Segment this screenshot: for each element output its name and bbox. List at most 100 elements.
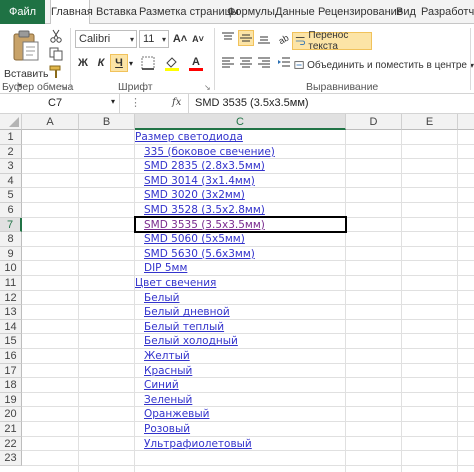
clipboard-paste-icon <box>13 30 39 61</box>
tab-insert[interactable]: Вставка <box>96 0 137 24</box>
tab-developer[interactable]: Разработчик <box>421 0 474 24</box>
merge-center-button[interactable]: Объединить и поместить в центре ▾ <box>292 56 474 74</box>
align-middle-icon[interactable] <box>238 30 254 46</box>
cell-link[interactable]: 335 (боковое свечение) <box>144 146 275 159</box>
paste-button[interactable] <box>8 28 44 64</box>
row-header[interactable]: 12 <box>0 290 22 306</box>
bold-button[interactable]: Ж <box>75 54 91 72</box>
column-header-b[interactable]: B <box>79 114 135 130</box>
column-header-d[interactable]: D <box>346 114 402 130</box>
cell-link[interactable]: Размер светодиода <box>135 131 243 144</box>
row-header[interactable]: 18 <box>0 378 22 393</box>
row-header[interactable]: 1 <box>0 130 22 145</box>
tab-file[interactable]: Файл <box>0 0 45 24</box>
name-box[interactable]: C7 ▾ <box>0 94 120 113</box>
cell-link[interactable]: Белый <box>144 292 180 305</box>
row-header[interactable]: 22 <box>0 436 22 452</box>
row-header[interactable]: 7 <box>0 217 22 233</box>
chevron-down-icon[interactable]: ▾ <box>129 59 133 68</box>
cell-link[interactable]: SMD 5060 (5x5мм) <box>144 233 245 246</box>
row-header[interactable]: 9 <box>0 246 22 262</box>
tab-home[interactable]: Главная <box>50 0 93 25</box>
cell-link[interactable]: Ультрафиолетовый <box>144 438 252 451</box>
row-header[interactable]: 14 <box>0 319 22 335</box>
column-header-c[interactable]: C <box>135 114 346 130</box>
cell-link[interactable]: SMD 2835 (2.8x3.5мм) <box>144 160 265 173</box>
tab-formulas[interactable]: Формулы <box>227 0 275 24</box>
align-right-icon[interactable] <box>256 54 272 70</box>
tab-page-layout[interactable]: Разметка страницы <box>139 0 239 24</box>
italic-button[interactable]: К <box>93 54 109 72</box>
shrink-font-button[interactable]: A˅ <box>190 30 206 48</box>
formula-input[interactable]: SMD 3535 (3.5x3.5мм) <box>188 94 474 113</box>
row-header[interactable]: 23 <box>0 451 22 466</box>
group-label-alignment: Выравнивание <box>306 81 379 93</box>
row-header[interactable]: 19 <box>0 392 22 408</box>
tab-data[interactable]: Данные <box>275 0 315 24</box>
row-header[interactable]: 6 <box>0 203 22 218</box>
column-header-f[interactable] <box>458 114 474 130</box>
fill-color-icon[interactable] <box>162 54 182 72</box>
cell-link[interactable]: Оранжевый <box>144 408 209 421</box>
align-top-icon[interactable] <box>220 30 236 46</box>
row-header[interactable]: 11 <box>0 276 22 291</box>
tab-review[interactable]: Рецензирование <box>318 0 403 24</box>
formula-bar: C7 ▾ ⋮ fx SMD 3535 (3.5x3.5мм) <box>0 94 474 114</box>
select-all-corner[interactable] <box>0 114 22 130</box>
row-header[interactable]: 5 <box>0 188 22 203</box>
row-header[interactable]: 4 <box>0 173 22 189</box>
column-header-a[interactable]: A <box>22 114 79 130</box>
align-center-icon[interactable] <box>238 54 254 70</box>
format-painter-icon[interactable] <box>48 64 64 80</box>
row-header[interactable]: 17 <box>0 363 22 379</box>
underline-button[interactable]: Ч <box>110 54 128 72</box>
cell-link[interactable]: Белый теплый <box>144 321 224 334</box>
column-header-e[interactable]: E <box>402 114 458 130</box>
text-orientation-icon[interactable]: ab <box>276 30 292 46</box>
row-header[interactable]: 15 <box>0 334 22 349</box>
font-name-select[interactable]: Calibri ▾ <box>75 30 137 48</box>
gridline <box>22 158 474 160</box>
cell-link[interactable]: Синий <box>144 379 179 392</box>
align-bottom-icon[interactable] <box>256 30 272 46</box>
cell-link[interactable]: Зеленый <box>144 394 192 407</box>
align-left-icon[interactable] <box>220 54 236 70</box>
gridline <box>22 304 474 306</box>
cell-link[interactable]: SMD 3020 (3x2мм) <box>144 189 245 202</box>
cell-link[interactable]: Красный <box>144 365 192 378</box>
wrap-text-icon <box>295 37 305 45</box>
cell-link[interactable]: Белый дневной <box>144 306 230 319</box>
grow-font-button[interactable]: A˄ <box>172 30 188 48</box>
gridline <box>22 333 474 335</box>
cell-link[interactable]: Цвет свечения <box>135 277 216 290</box>
font-color-button[interactable]: A <box>186 54 206 72</box>
cell-link[interactable]: Розовый <box>144 423 190 436</box>
font-size-select[interactable]: 11 ▾ <box>139 30 169 48</box>
dialog-launcher-icon[interactable]: ↘ <box>204 83 211 92</box>
worksheet-grid[interactable]: A B C D E 1 Размер светодиода 2 335 (боково… <box>0 114 474 472</box>
row-header[interactable]: 16 <box>0 349 22 364</box>
borders-icon[interactable] <box>138 54 158 72</box>
copy-icon[interactable] <box>48 46 64 62</box>
wrap-text-button[interactable]: Перенос текста <box>292 30 372 52</box>
insert-function-icon[interactable]: fx <box>172 97 181 108</box>
cell-link[interactable]: SMD 5630 (5.6x3мм) <box>144 248 255 261</box>
indent-icon[interactable] <box>276 54 292 70</box>
ribbon-home: Вставить ▾ Calibri ▾ 11 ▾ A˄ A˅ Ж К Ч ▾ … <box>0 24 474 94</box>
cut-icon[interactable] <box>48 28 64 44</box>
cell-link[interactable]: SMD 3014 (3x1.4мм) <box>144 175 255 188</box>
row-header[interactable]: 8 <box>0 232 22 247</box>
row-header[interactable]: 2 <box>0 144 22 160</box>
dialog-launcher-icon[interactable]: ↘ <box>60 83 67 92</box>
row-header[interactable]: 13 <box>0 305 22 320</box>
row-header[interactable]: 20 <box>0 407 22 422</box>
cell-link[interactable]: Желтый <box>144 350 190 363</box>
row-header[interactable]: 10 <box>0 261 22 276</box>
paste-label[interactable]: Вставить <box>4 68 49 80</box>
cell-link[interactable]: DIP 5мм <box>144 262 187 275</box>
cell-link[interactable]: SMD 3528 (3.5x2.8мм) <box>144 204 265 217</box>
row-header[interactable]: 21 <box>0 422 22 437</box>
tab-view[interactable]: Вид <box>396 0 416 24</box>
cell-link[interactable]: Белый холодный <box>144 335 238 348</box>
row-header[interactable]: 3 <box>0 159 22 174</box>
